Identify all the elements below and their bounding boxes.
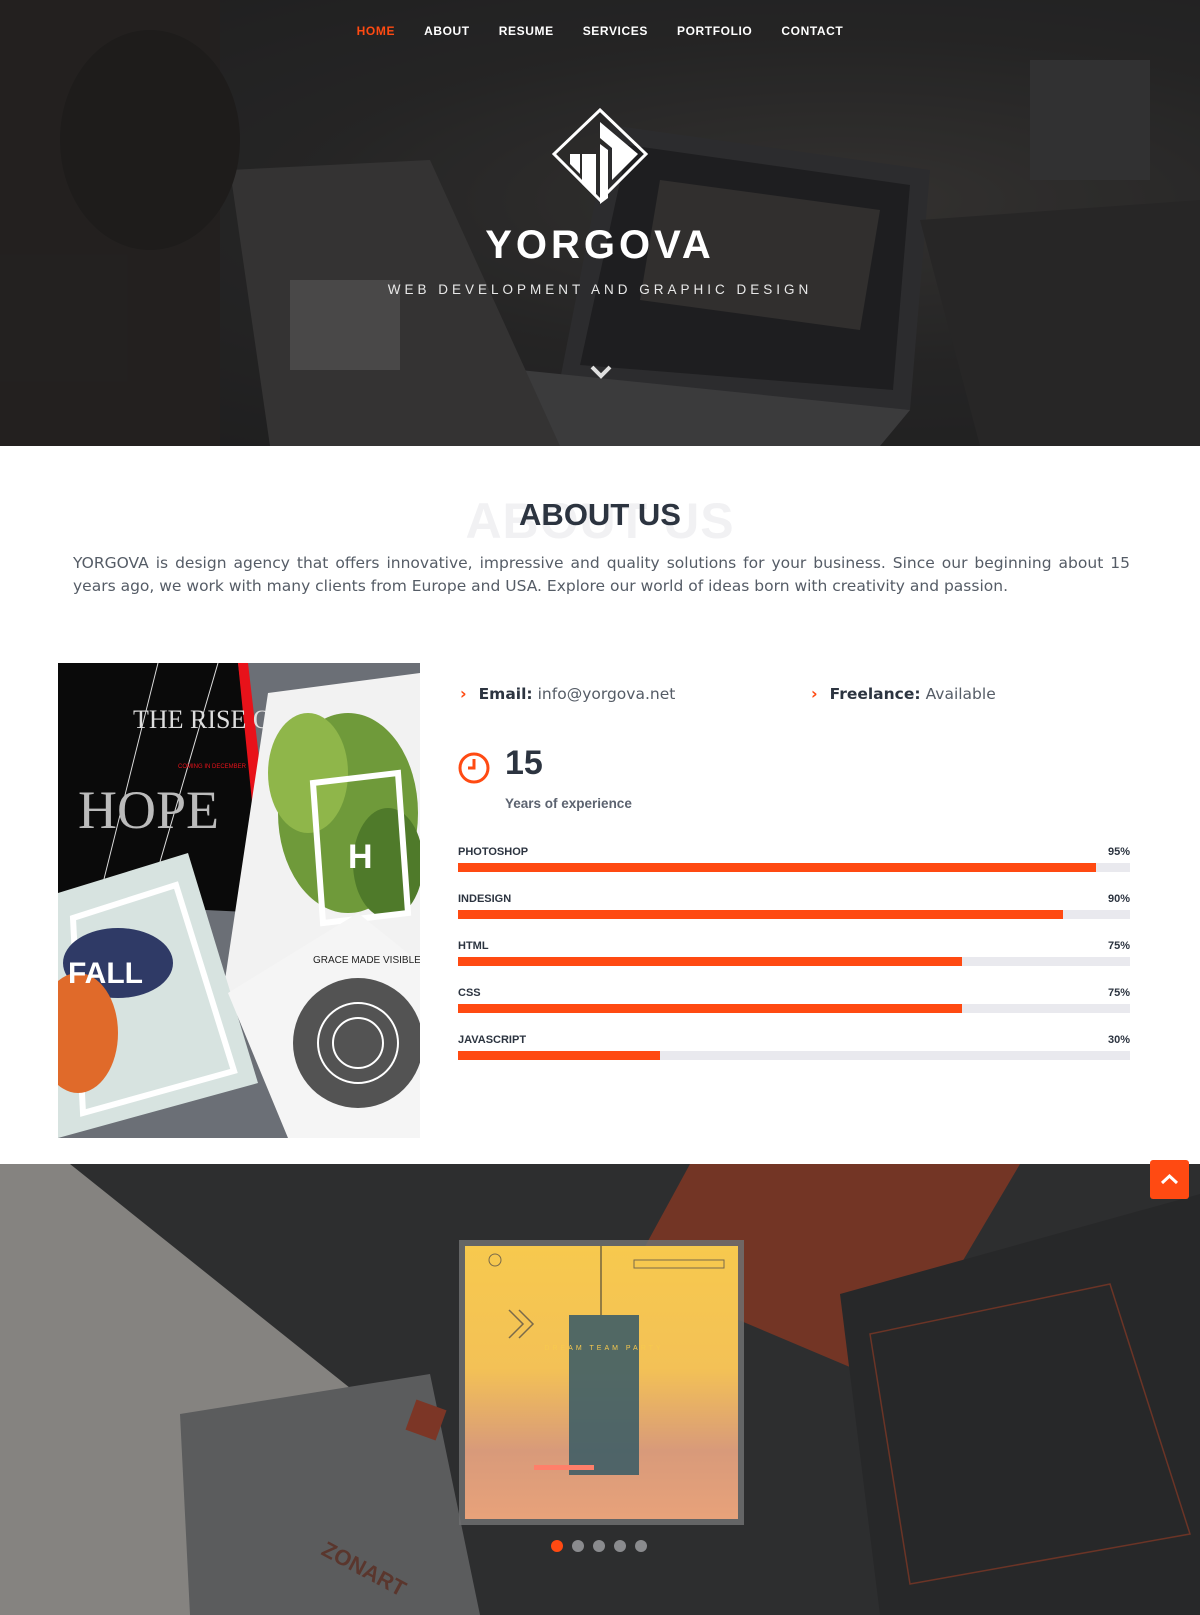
- main-nav: HOME ABOUT RESUME SERVICES PORTFOLIO CON…: [0, 24, 1200, 38]
- nav-contact[interactable]: CONTACT: [781, 24, 843, 38]
- freelance-label: Freelance:: [829, 684, 921, 703]
- skill-percent: 30%: [1107, 1034, 1130, 1046]
- skill-percent: 95%: [1107, 846, 1130, 858]
- collage-poster3-title: FALL: [68, 957, 143, 990]
- nav-portfolio[interactable]: PORTFOLIO: [677, 24, 752, 38]
- freelance-info: › Freelance: Available: [811, 684, 996, 703]
- nav-about[interactable]: ABOUT: [424, 24, 470, 38]
- svg-text:HOPE: HOPE: [78, 780, 219, 840]
- skill-percent: 75%: [1107, 987, 1130, 999]
- back-to-top-button[interactable]: [1150, 1160, 1189, 1199]
- skill-progress-fill: [458, 1051, 660, 1060]
- slide-poster-text: DREAM TEAM PARTY: [544, 1345, 663, 1352]
- email-label: Email:: [478, 684, 533, 703]
- nav-services[interactable]: SERVICES: [583, 24, 648, 38]
- skill-row: CSS 75%: [458, 987, 1130, 1023]
- skill-percent: 75%: [1107, 940, 1130, 952]
- skill-row: JAVASCRIPT 30%: [458, 1034, 1130, 1070]
- skill-progress-fill: [458, 863, 1097, 872]
- email-value[interactable]: info@yorgova.net: [538, 685, 676, 703]
- skill-percent: 90%: [1107, 893, 1130, 905]
- slider-dot-2[interactable]: [572, 1540, 584, 1552]
- clock-icon: [458, 752, 490, 784]
- about-title: ABOUT US: [519, 497, 681, 532]
- portfolio-collage-image: THE RISE OF HOPE COMING IN DECEMBER HOPE…: [58, 663, 420, 1138]
- skill-row: HTML 75%: [458, 940, 1130, 976]
- skill-progress-fill: [458, 1004, 962, 1013]
- collage-poster4-title: GRACE MADE VISIBLE: [313, 955, 420, 966]
- slider-dot-4[interactable]: [614, 1540, 626, 1552]
- hero-section: HOME ABOUT RESUME SERVICES PORTFOLIO CON…: [0, 0, 1200, 446]
- experience-number: 15: [505, 744, 543, 782]
- skill-name: CSS: [458, 987, 481, 999]
- skill-name: JAVASCRIPT: [458, 1034, 527, 1046]
- skill-progress-track: [458, 957, 1130, 966]
- brand-name: YORGOVA: [485, 223, 715, 267]
- collage-poster2-title: H: [348, 838, 373, 876]
- slider-dot-5[interactable]: [635, 1540, 647, 1552]
- slider-dot-1[interactable]: [551, 1540, 563, 1552]
- slider-dots: [551, 1540, 647, 1552]
- skill-name: PHOTOSHOP: [458, 846, 529, 858]
- about-description: YORGOVA is design agency that offers inn…: [73, 554, 1130, 595]
- skill-name: HTML: [458, 940, 489, 952]
- skill-name: INDESIGN: [458, 893, 512, 905]
- skill-row: PHOTOSHOP 95%: [458, 846, 1130, 882]
- chevron-down-icon[interactable]: [589, 364, 613, 380]
- chevron-right-icon: ›: [460, 684, 467, 703]
- skill-progress-track: [458, 863, 1130, 872]
- experience-label: Years of experience: [505, 796, 632, 811]
- skill-progress-track: [458, 1051, 1130, 1060]
- collage-poster1-small: COMING IN DECEMBER: [178, 764, 247, 770]
- email-info: › Email: info@yorgova.net: [460, 684, 675, 703]
- slide-poster-image: DREAM TEAM PARTY: [465, 1246, 738, 1519]
- skill-progress-track: [458, 910, 1130, 919]
- chevron-up-icon: [1160, 1173, 1179, 1185]
- freelance-value: Available: [925, 684, 996, 703]
- nav-resume[interactable]: RESUME: [499, 24, 554, 38]
- brand-tagline: WEB DEVELOPMENT AND GRAPHIC DESIGN: [387, 282, 813, 297]
- slide-image-frame[interactable]: DREAM TEAM PARTY: [459, 1240, 744, 1525]
- skill-progress-fill: [458, 957, 962, 966]
- skill-progress-fill: [458, 910, 1063, 919]
- yorgova-logo-icon: [552, 108, 648, 204]
- skill-progress-track: [458, 1004, 1130, 1013]
- chevron-right-icon: ›: [811, 684, 818, 703]
- slider-dot-3[interactable]: [593, 1540, 605, 1552]
- nav-home[interactable]: HOME: [357, 24, 395, 38]
- skill-row: INDESIGN 90%: [458, 893, 1130, 929]
- portfolio-slider: ZONART DREAM TEAM PARTY: [0, 1164, 1200, 1615]
